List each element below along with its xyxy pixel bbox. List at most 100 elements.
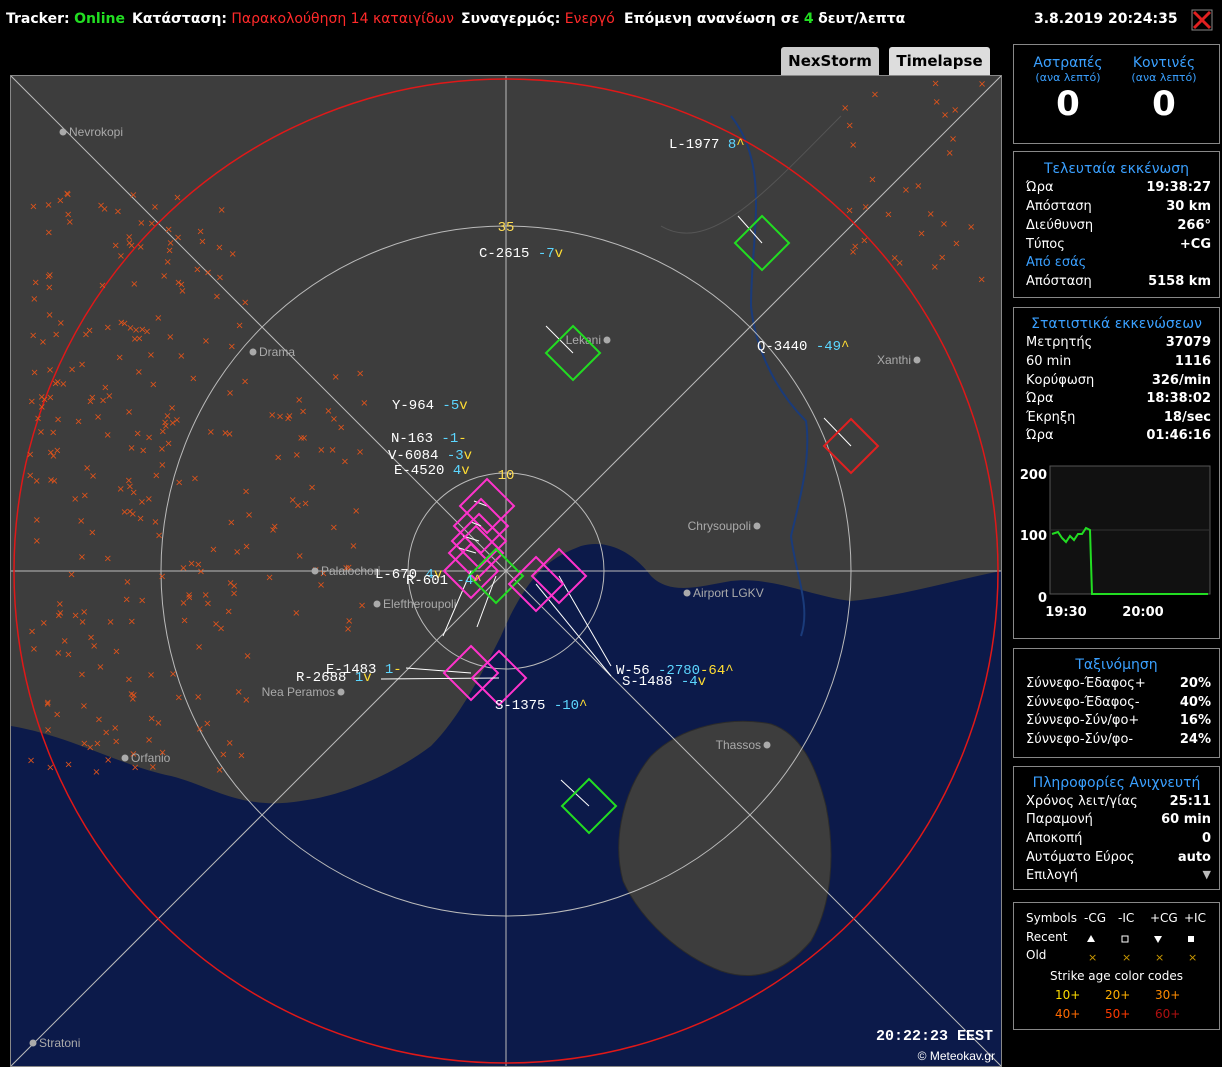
row-value: 1116 [1174,354,1211,369]
state-label: Κατάσταση: [132,11,227,27]
old-strike-marker: × [78,360,86,371]
tab-timelapse[interactable]: Timelapse [889,47,990,75]
old-strike-marker: × [103,430,111,441]
old-strike-marker: × [221,428,229,439]
storm-label: C-2615 -7v [479,246,563,262]
state-status: Κατάσταση: Παρακολούθηση 14 καταιγίδων [132,11,454,27]
old-strike-marker: × [27,755,35,766]
old-strike-marker: × [196,724,204,735]
place-label: Chrysoupoli [688,519,751,533]
detector-select[interactable]: Επιλογή ▼ [1026,868,1211,887]
old-strike-marker: × [95,714,103,725]
old-strike-marker: × [345,616,353,627]
old-strike-marker: × [143,326,151,337]
old-strike-marker: × [74,416,82,427]
old-strike-marker: × [215,765,223,776]
old-strike-marker: × [276,412,284,423]
stats-row: Έκρηξη 18/sec [1026,410,1211,429]
stats-row: Μετρητής 37079 [1026,335,1211,354]
row-key: Ώρα [1026,180,1054,195]
row-key: Τύπος [1026,237,1065,252]
age-code: 20+ [1105,988,1131,1002]
old-strike-marker: × [106,617,114,628]
legend-recent-label: Recent [1026,930,1068,944]
old-strike-marker: × [54,414,62,425]
range-label-35: 35 [498,220,515,236]
row-value: 16% [1179,713,1211,728]
legend-type: -IC [1118,911,1135,925]
old-strike-marker: × [213,291,221,302]
row-value: 266° [1177,218,1211,233]
old-strike-marker: × [841,103,849,114]
old-strike-marker: × [49,427,57,438]
old-strike-marker: × [125,476,133,487]
old-strike-marker: × [155,530,163,541]
storm-id: E-4520 [394,463,453,479]
old-strike-marker: × [93,738,101,749]
old-strike-marker: × [938,252,946,263]
row-value: 60 min [1161,812,1211,827]
old-strike-marker: × [92,767,100,778]
storm-trend: ^ [736,137,744,153]
old-strike-marker: × [151,202,159,213]
old-strike-marker: × [64,190,72,201]
storm-value: 1 [355,670,363,686]
last-discharge-row: Ώρα 19:38:27 [1026,180,1211,199]
storm-id: Y-964 [392,398,442,414]
old-strike-marker: × [77,516,85,527]
old-strike-marker: × [217,205,225,216]
old-strike-marker: × [227,518,235,529]
legend-type: +CG [1150,911,1178,925]
old-strike-marker: × [226,388,234,399]
storm-id: Q-3440 [757,339,816,355]
old-strike-marker: × [845,120,853,131]
old-strike-marker: × [187,559,195,570]
detector-row: Παραμονή 60 min [1026,812,1211,831]
old-strike-marker: × [845,205,853,216]
tracker-label: Tracker: [6,11,70,27]
old-strike-marker: × [44,271,52,282]
row-key: Κορύφωση [1026,373,1095,388]
old-strike-marker: × [138,596,146,607]
place-dot [59,128,67,136]
place-dot [29,1039,37,1047]
last-discharge-panel: Τελευταία εκκένωση Ώρα 19:38:27 Απόσταση 3… [1013,151,1220,298]
old-strike-marker: × [285,411,293,422]
tab-nexstorm[interactable]: NexStorm [781,47,879,75]
stats-row: 60 min 1116 [1026,354,1211,373]
chevron-down-icon[interactable]: ▼ [1203,868,1211,881]
old-strike-marker: × [178,286,186,297]
old-strike-marker: × [78,552,86,563]
from-you-label: Από εσάς [1026,255,1087,270]
old-strike-marker: × [126,507,134,518]
near-sub: (ανα λεπτό) [1131,71,1197,84]
storm-trend: ^ [579,698,587,714]
old-strike-marker: × [952,238,960,249]
recent-pos-cg-icon [1154,936,1162,943]
old-strike-marker: × [43,699,51,710]
old-strike-marker: × [83,463,91,474]
old-strike-marker: × [204,267,212,278]
row-value: 01:46:16 [1146,428,1211,443]
old-strike-marker: × [46,763,54,774]
old-strike-marker: × [37,392,45,403]
old-strike-marker: × [44,725,52,736]
old-strike-marker: × [137,242,145,253]
old-strike-marker: × [169,418,177,429]
old-strike-marker: × [122,594,130,605]
old-strike-marker: × [30,294,38,305]
old-strike-marker: × [849,140,857,151]
close-icon[interactable] [1190,8,1214,32]
storm-id: N-163 [391,431,441,447]
old-strike-marker: × [203,719,211,730]
old-strike-marker: × [195,642,203,653]
old-strike-marker: × [34,414,42,425]
refresh-suffix: δευτ/λεπτα [818,11,906,27]
storm-value: -5 [442,398,459,414]
place-label: Stratoni [39,1036,80,1050]
lightning-radar-map[interactable]: × × × × × × × × × × × × × × × × × × × × × × × × × × × × × × × × × × × × × × × ×… [10,75,1002,1067]
storm-label: Y-964 -5v [392,398,468,414]
old-strike-marker: × [166,332,174,343]
old-strike-marker: × [180,616,188,627]
row-value: 18:38:02 [1146,391,1211,406]
